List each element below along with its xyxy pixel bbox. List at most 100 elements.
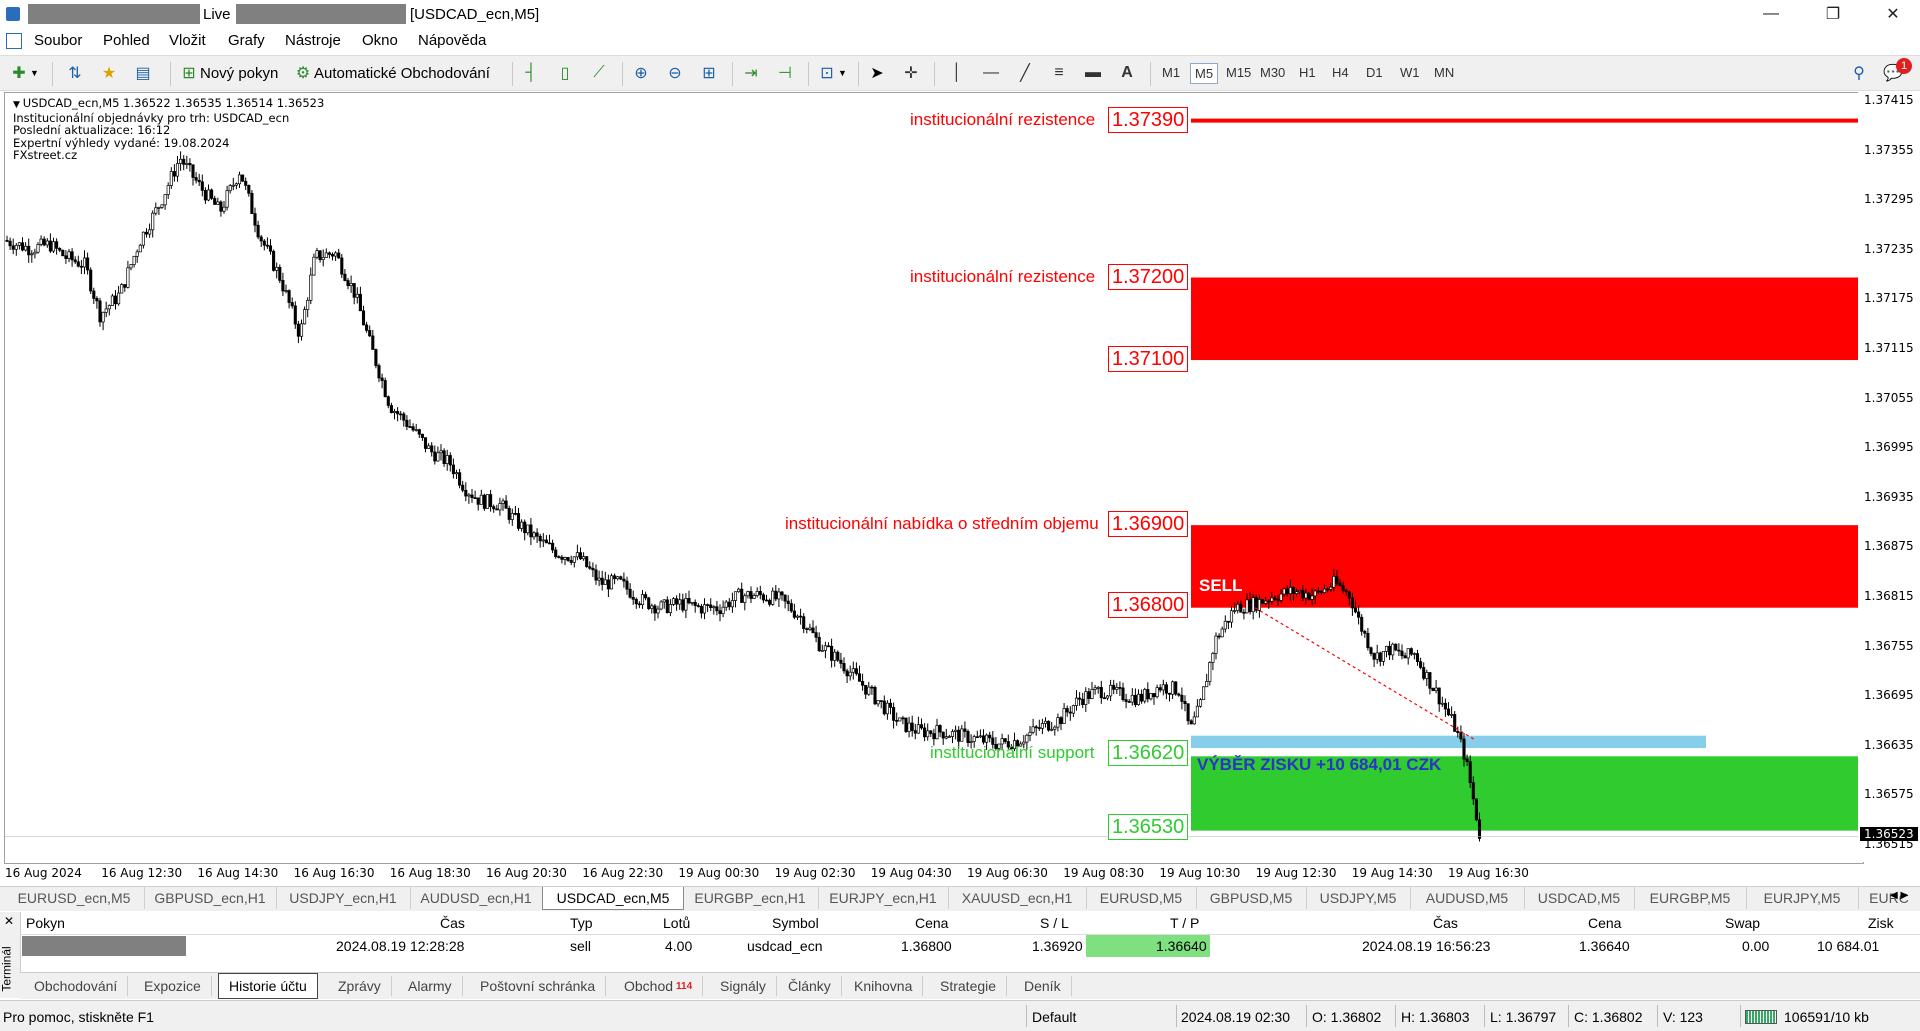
timeframe-w1[interactable]: W1 (1396, 63, 1424, 82)
symbol-tab[interactable]: USDCAD,M5 (1524, 887, 1635, 909)
zoom-out-button[interactable]: ⊖ (664, 61, 686, 85)
terminal-tab[interactable]: Historie účtu (218, 973, 318, 999)
auto-trading-button[interactable]: ⚙ Automatické Obchodování (292, 61, 490, 85)
terminal-tab[interactable]: Články (778, 976, 842, 996)
menu-napoveda[interactable]: Nápověda (418, 32, 486, 49)
terminal-close-icon[interactable]: ✕ (4, 914, 14, 928)
terminal-tab[interactable]: Poštovní schránka (470, 976, 607, 996)
menu-soubor[interactable]: Soubor (34, 32, 82, 49)
menu-okno[interactable]: Okno (362, 32, 398, 49)
navigator-button[interactable]: ▤ (132, 61, 154, 85)
symbol-tab[interactable]: GBPUSD,M5 (1196, 887, 1307, 909)
minimize-button[interactable]: — (1748, 0, 1794, 28)
restore-button[interactable]: ❐ (1810, 0, 1856, 28)
cursor-tool[interactable]: ➤ (866, 61, 888, 85)
symbol-tab[interactable]: EURC (1858, 887, 1920, 909)
symbol-tab[interactable]: EURGBP_ecn,H1 (682, 887, 819, 909)
close-button[interactable]: ✕ (1870, 0, 1916, 28)
text-tool[interactable]: A (1116, 61, 1138, 85)
candle-body (845, 670, 849, 677)
menu-pohled[interactable]: Pohled (103, 32, 150, 49)
new-chart-button[interactable]: ✚ ▼ (8, 61, 39, 85)
crosshair-tool[interactable]: ✛ (900, 61, 922, 85)
terminal-tab[interactable]: Signály (710, 976, 777, 996)
symbol-tab[interactable]: EURGBP,M5 (1634, 887, 1747, 909)
indicators-button[interactable]: ⊡ ▼ (816, 61, 847, 85)
vertical-line-tool[interactable]: │ (946, 61, 968, 85)
channel-tool[interactable]: ≡ (1048, 61, 1070, 85)
table-row[interactable]: 2024.08.19 12:28:28 sell 4.00 usdcad_ecn… (20, 935, 1920, 957)
terminal-tab[interactable]: Strategie (930, 976, 1008, 996)
symbol-tab[interactable]: USDCAD_ecn,M5 (542, 887, 684, 910)
timeframe-h1[interactable]: H1 (1295, 63, 1320, 82)
bar-chart-button[interactable]: ┤ (520, 61, 542, 85)
autoscroll-button[interactable]: ⇥ (740, 61, 762, 85)
col-cena-open[interactable]: Cena (915, 915, 948, 931)
candle-body (5, 239, 9, 242)
timeframe-h4[interactable]: H4 (1328, 63, 1353, 82)
col-cas-close[interactable]: Čas (1433, 915, 1458, 931)
symbol-tab[interactable]: EURJPY_ecn,H1 (818, 887, 949, 909)
trendline-tool[interactable]: ╱ (1014, 61, 1036, 85)
symbol-tab[interactable]: EURUSD_ecn,M5 (4, 887, 145, 909)
symbol-tab[interactable]: EURUSD,M5 (1086, 887, 1197, 909)
favorites-button[interactable]: ★ (98, 61, 120, 85)
terminal-tab[interactable]: Expozice (134, 976, 212, 996)
timeframe-d1[interactable]: D1 (1362, 63, 1387, 82)
candle-body (836, 651, 840, 661)
col-lotu[interactable]: Lotů (663, 915, 690, 931)
menu-grafy[interactable]: Grafy (228, 32, 265, 49)
tile-windows-button[interactable]: ⊞ (698, 61, 720, 85)
search-button[interactable]: ⚲ (1848, 61, 1870, 85)
col-sl[interactable]: S / L (1040, 915, 1069, 931)
menu-vlozit[interactable]: Vložit (169, 32, 206, 49)
candle-body (609, 575, 614, 590)
tab-scroll-arrows[interactable]: ◀ ▶ (1890, 890, 1908, 901)
terminal-tab[interactable]: Obchod 114 (614, 976, 704, 996)
timeframe-m30[interactable]: M30 (1256, 63, 1289, 82)
candle-body (1313, 590, 1317, 597)
col-typ[interactable]: Typ (570, 915, 593, 931)
symbol-tab[interactable]: USDJPY_ecn,H1 (276, 887, 411, 909)
terminal-tab[interactable]: Zprávy (328, 976, 392, 996)
col-swap[interactable]: Swap (1725, 915, 1760, 931)
document-icon[interactable] (6, 33, 22, 49)
candle-body (864, 684, 868, 695)
terminal-tab[interactable]: Deník (1014, 976, 1072, 996)
symbol-tab[interactable]: EURJPY,M5 (1746, 887, 1859, 909)
menu-nastroje[interactable]: Nástroje (285, 32, 341, 49)
collapse-triangle-icon[interactable]: ▼ (13, 100, 23, 110)
chart-shift-button[interactable]: ⊣ (774, 61, 796, 85)
timeframe-m15[interactable]: M15 (1222, 63, 1255, 82)
horizontal-line-tool[interactable]: — (980, 61, 1002, 85)
timeframe-m5[interactable]: M5 (1190, 63, 1219, 84)
market-watch-button[interactable]: ⇅ (64, 61, 86, 85)
col-zisk[interactable]: Zisk (1868, 915, 1894, 931)
line-chart-button[interactable]: ⟋ (588, 61, 610, 85)
candle-body (1384, 645, 1389, 652)
candle-body (24, 245, 28, 251)
candle-body (730, 600, 734, 608)
terminal-tab[interactable]: Knihovna (844, 976, 924, 996)
col-symbol[interactable]: Symbol (772, 915, 819, 931)
zoom-in-button[interactable]: ⊕ (630, 61, 652, 85)
terminal-tab[interactable]: Obchodování (24, 976, 129, 996)
col-pokyn[interactable]: Pokyn (26, 915, 65, 931)
symbol-tab[interactable]: AUDUSD,M5 (1410, 887, 1525, 909)
candle-body (411, 426, 415, 431)
symbol-tab[interactable]: XAUUSD_ecn,H1 (948, 887, 1087, 909)
terminal-tab[interactable]: Alarmy (398, 976, 463, 996)
symbol-tab[interactable]: GBPUSD_ecn,H1 (144, 887, 277, 909)
notifications-button[interactable]: 💬 1 (1882, 58, 1912, 85)
col-tp[interactable]: T / P (1170, 915, 1199, 931)
new-order-button[interactable]: ⊞ Nový pokyn (178, 61, 278, 85)
chart-area[interactable]: ▼ USDCAD_ecn,M5 1.36522 1.36535 1.36514 … (4, 92, 1864, 864)
candle-chart-button[interactable]: ▯ (554, 61, 576, 85)
symbol-tab[interactable]: AUDUSD_ecn,H1 (410, 887, 543, 909)
col-cena-close[interactable]: Cena (1588, 915, 1621, 931)
timeframe-m1[interactable]: M1 (1158, 63, 1184, 82)
col-cas-open[interactable]: Čas (440, 915, 465, 931)
timeframe-mn[interactable]: MN (1430, 63, 1458, 82)
symbol-tab[interactable]: USDJPY,M5 (1306, 887, 1411, 909)
shapes-tool[interactable]: ▬ (1082, 61, 1104, 85)
